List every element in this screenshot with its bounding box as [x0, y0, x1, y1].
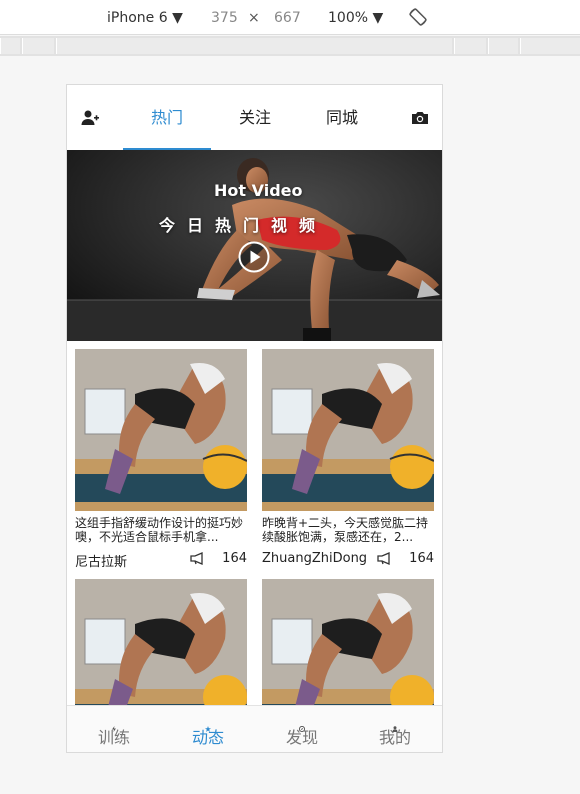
tab-feed-label: 动态	[191, 728, 224, 747]
bolt-icon	[111, 717, 117, 732]
viewport-height-field[interactable]: 667	[274, 9, 301, 27]
devtools-toolbar: iPhone 6 ▼ 375 × 667 100% ▼	[0, 0, 580, 35]
card-count: 164	[409, 551, 434, 566]
bottom-tab-bar: 训练 动态 发现 我的	[67, 705, 442, 752]
feed-card[interactable]	[262, 579, 434, 705]
feed-card[interactable]: 这组手指舒缓动作设计的挺巧妙噢，不光适合鼠标手机拿... 尼古拉斯 164	[75, 349, 247, 570]
tab-local[interactable]: 同城	[298, 85, 386, 150]
device-select[interactable]: iPhone 6 ▼	[107, 9, 183, 27]
tab-profile[interactable]: 我的	[348, 706, 442, 752]
card-thumbnail	[75, 349, 247, 511]
play-icon[interactable]	[238, 241, 270, 273]
card-thumbnail	[262, 349, 434, 511]
tab-hot[interactable]: 热门	[123, 85, 211, 150]
media-query-ruler	[0, 36, 580, 56]
video-feed: 这组手指舒缓动作设计的挺巧妙噢，不光适合鼠标手机拿... 尼古拉斯 164 昨晚…	[67, 341, 442, 705]
star-icon	[205, 717, 211, 732]
card-description: 这组手指舒缓动作设计的挺巧妙噢，不光适合鼠标手机拿...	[75, 516, 244, 544]
compass-icon	[298, 717, 306, 733]
card-thumbnail	[262, 579, 434, 705]
card-description: 昨晚背+二头，今天感觉肱二持续酸胀饱满，泵感还在，2...	[262, 516, 429, 544]
rotate-icon[interactable]	[408, 7, 428, 32]
phone-viewport: 热门 关注 同城 Hot Video 今日热门视频 这组手指舒缓动作设计的挺巧妙…	[66, 84, 443, 753]
card-author[interactable]: ZhuangZhiDong	[262, 551, 367, 566]
megaphone-icon	[377, 552, 393, 565]
tab-follow[interactable]: 关注	[211, 85, 299, 150]
feed-card[interactable]	[75, 579, 247, 705]
tab-training[interactable]: 训练	[67, 706, 161, 752]
card-author[interactable]: 尼古拉斯	[75, 551, 127, 570]
hero-subtitle: 今日热门视频	[159, 216, 328, 235]
tab-discover[interactable]: 发现	[255, 706, 349, 752]
card-meta: 尼古拉斯 164	[75, 547, 247, 570]
card-thumbnail	[75, 579, 247, 705]
card-count: 164	[222, 551, 247, 566]
tab-training-label: 训练	[97, 728, 130, 747]
top-nav: 热门 关注 同城	[67, 85, 442, 150]
card-meta: ZhuangZhiDong 164	[262, 547, 434, 569]
tab-feed[interactable]: 动态	[161, 706, 255, 752]
person-icon	[392, 717, 398, 732]
zoom-select[interactable]: 100% ▼	[328, 9, 383, 27]
hero-title: Hot Video	[214, 181, 303, 200]
add-user-icon[interactable]	[80, 108, 100, 128]
camera-icon[interactable]	[410, 108, 430, 128]
tab-discover-label: 发现	[285, 728, 318, 747]
viewport-width-field[interactable]: 375	[211, 9, 238, 27]
hot-video-banner[interactable]: Hot Video 今日热门视频	[67, 150, 442, 341]
tab-profile-label: 我的	[378, 728, 411, 747]
megaphone-icon	[190, 552, 206, 565]
feed-card[interactable]: 昨晚背+二头，今天感觉肱二持续酸胀饱满，泵感还在，2... ZhuangZhiD…	[262, 349, 434, 569]
dimension-separator: ×	[248, 10, 260, 26]
